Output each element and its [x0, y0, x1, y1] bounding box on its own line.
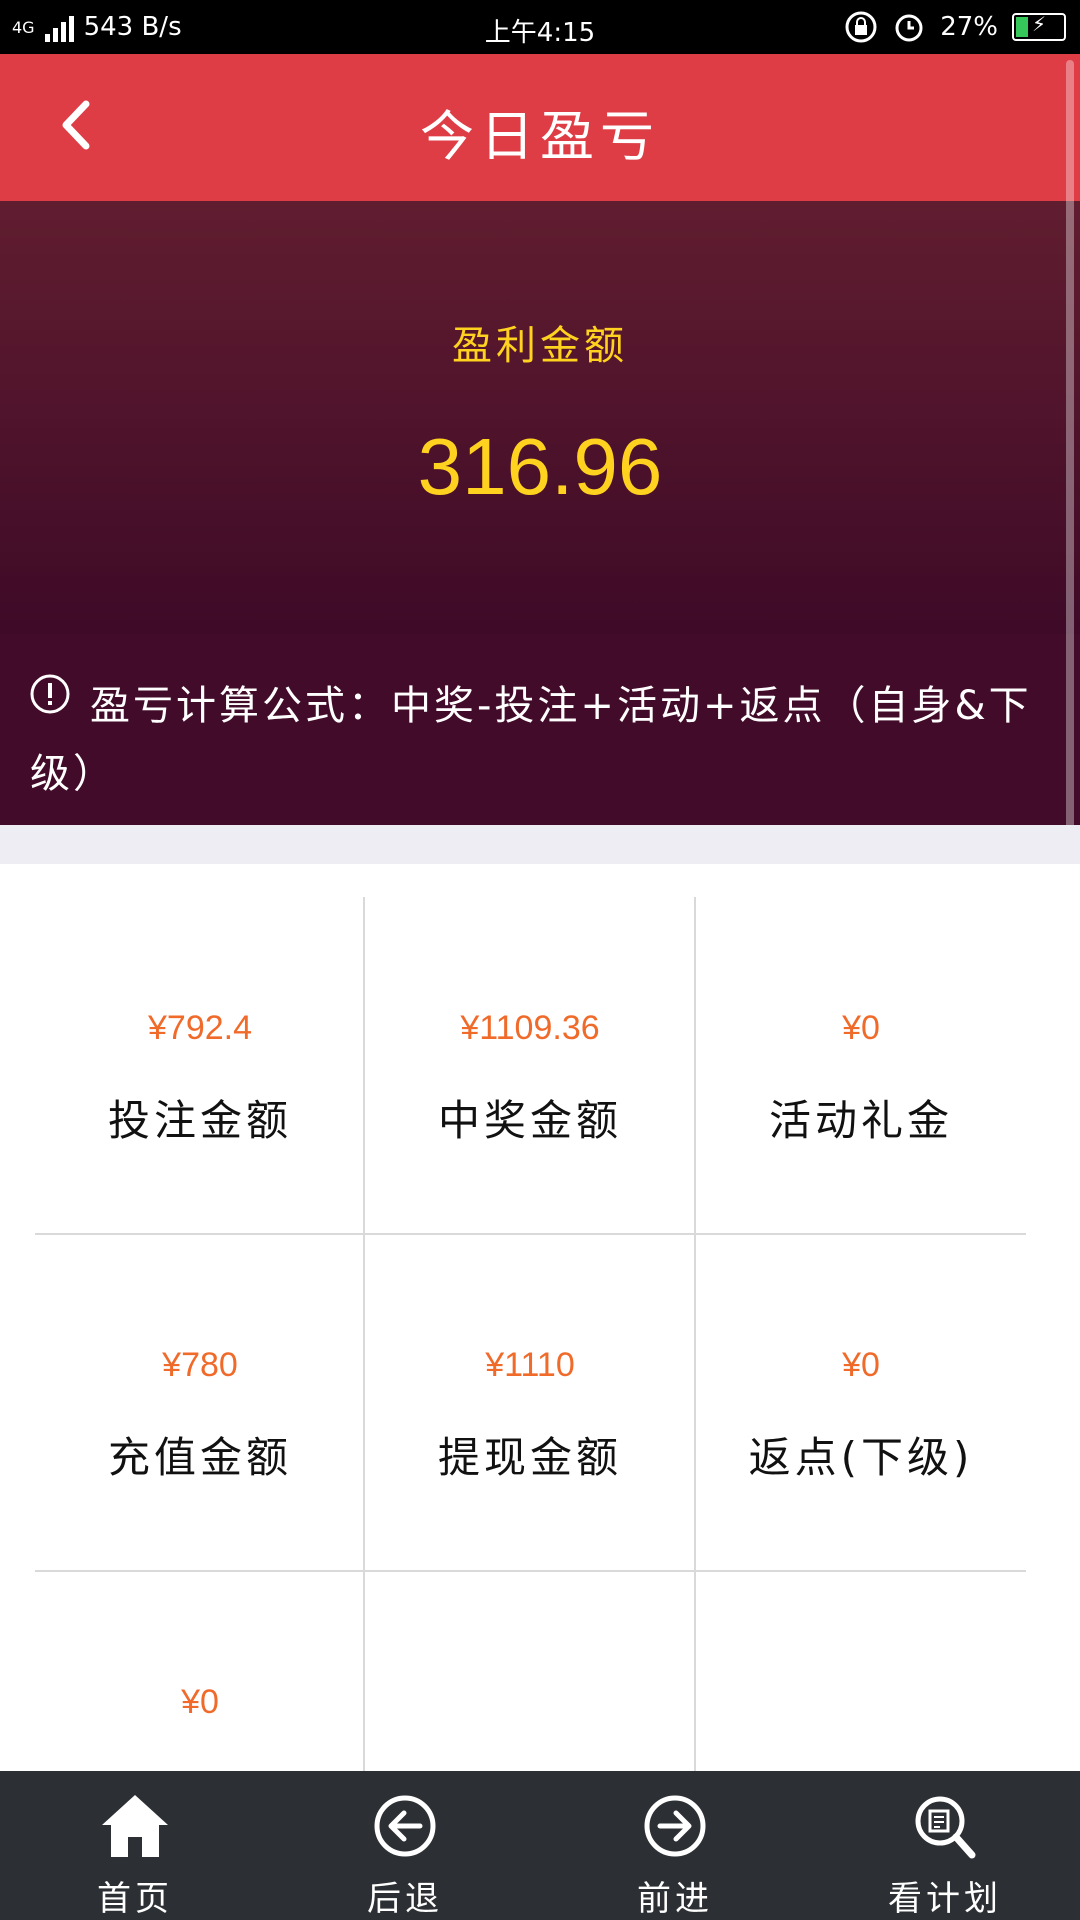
stat-cell-withdraw[interactable]: ¥1110 提现金额: [365, 1234, 695, 1571]
tab-label: 后退: [367, 1879, 443, 1919]
search-document-icon: [915, 1796, 976, 1859]
stat-cell-win[interactable]: ¥1109.36 中奖金额: [365, 897, 695, 1234]
alarm-icon: [895, 14, 923, 42]
formula-notice: 盈亏计算公式：中奖-投注+活动+返点（自身&下级）: [0, 634, 1080, 825]
stat-label: 中奖金额: [437, 1096, 622, 1145]
tab-label: 前进: [637, 1879, 713, 1919]
stat-label: 返点(下级): [748, 1433, 974, 1482]
tab-label: 看计划: [888, 1879, 1002, 1919]
forward-circle-icon: [644, 1795, 706, 1857]
stat-label: 活动礼金: [768, 1096, 953, 1145]
tab-view-plan[interactable]: 看计划: [810, 1771, 1080, 1920]
profit-label: 盈利金额: [452, 323, 628, 369]
bottom-tab-bar: 首页 后退 前进 看计划: [0, 1771, 1080, 1920]
stat-cell-bet[interactable]: ¥792.4 投注金额: [35, 897, 365, 1234]
tab-forward[interactable]: 前进: [540, 1771, 810, 1920]
stat-label: 投注金额: [107, 1096, 292, 1145]
stat-amount: ¥0: [181, 1683, 219, 1721]
page-title: 今日盈亏: [420, 105, 660, 168]
stat-amount: ¥792.4: [148, 1009, 252, 1047]
tab-label: 首页: [97, 1879, 173, 1919]
home-icon: [102, 1795, 168, 1857]
formula-text: 盈亏计算公式：中奖-投注+活动+返点（自身&下级）: [30, 683, 1032, 797]
stat-cell-deposit[interactable]: ¥780 充值金额: [35, 1234, 365, 1571]
battery-icon: ⚡: [1012, 12, 1066, 41]
stats-grid: ¥792.4 投注金额 ¥1109.36 中奖金额 ¥0 活动礼金 ¥780 充…: [35, 897, 1026, 1771]
scrollbar[interactable]: [1066, 60, 1074, 830]
back-circle-icon: [374, 1795, 436, 1857]
stat-label: 提现金额: [437, 1433, 622, 1482]
stat-amount: ¥1110: [485, 1346, 575, 1384]
battery-percent: 27%: [940, 12, 998, 42]
header: 今日盈亏: [0, 54, 1080, 201]
stat-amount: ¥0: [842, 1009, 880, 1047]
stat-label: 充值金额: [107, 1433, 292, 1482]
stat-cell-rebate-sub[interactable]: ¥0 返点(下级): [696, 1234, 1026, 1571]
tab-back[interactable]: 后退: [270, 1771, 540, 1920]
tab-home[interactable]: 首页: [0, 1771, 270, 1920]
stat-cell-promo[interactable]: ¥0 活动礼金: [696, 897, 1026, 1234]
profit-summary: 盈利金额 316.96: [0, 201, 1080, 634]
section-divider: [0, 825, 1080, 864]
status-bar: 4G 543 B/s 上午4:15 27% ⚡: [0, 0, 1080, 54]
profit-value: 316.96: [417, 422, 663, 511]
lock-rotation-icon: [845, 11, 877, 43]
stat-amount: ¥1109.36: [460, 1009, 600, 1047]
stat-amount: ¥0: [842, 1346, 880, 1384]
stat-amount: ¥780: [162, 1346, 238, 1384]
